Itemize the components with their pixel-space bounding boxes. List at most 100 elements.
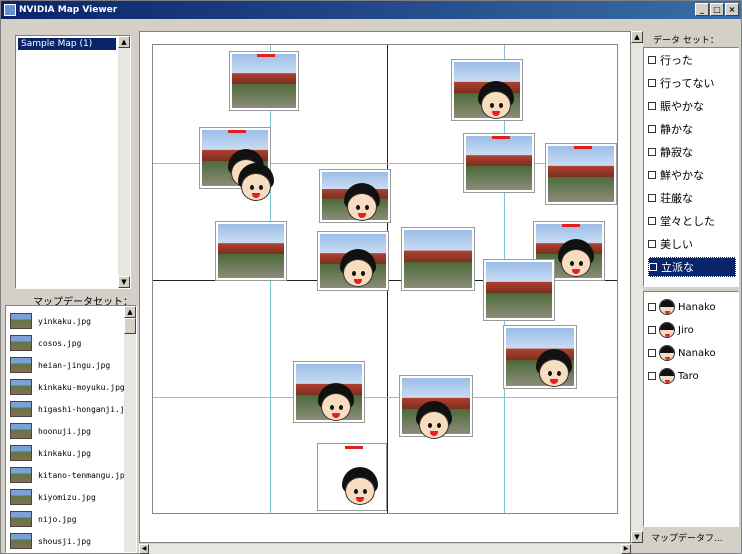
file-list-item[interactable]: kitano-tenmangu.jpg bbox=[10, 464, 130, 486]
person-item[interactable]: Nanako bbox=[648, 342, 716, 364]
file-name: kinkaku-moyuku.jpg bbox=[38, 382, 125, 392]
person-face-icon[interactable] bbox=[343, 183, 381, 223]
keyword-checkbox[interactable] bbox=[648, 194, 656, 202]
scroll-up-button[interactable]: ▲ bbox=[631, 31, 643, 43]
photo-thumbnail[interactable] bbox=[545, 143, 617, 205]
keyword-checkbox[interactable] bbox=[648, 171, 656, 179]
file-list-item[interactable]: kiyomizu.jpg bbox=[10, 486, 96, 508]
keyword-label: 静かな bbox=[660, 123, 693, 136]
person-name: Hanako bbox=[678, 301, 716, 313]
person-face-icon[interactable] bbox=[477, 81, 515, 121]
person-face-icon[interactable] bbox=[535, 349, 573, 389]
person-item[interactable]: Jiro bbox=[648, 319, 694, 341]
keyword-label: 荘厳な bbox=[660, 192, 693, 205]
keyword-item[interactable]: 静かな bbox=[648, 119, 736, 139]
person-item[interactable]: Taro bbox=[648, 365, 699, 387]
app-window: NVIDIA Map Viewer _ □ × Sample Map (1) ▲… bbox=[0, 0, 742, 554]
keyword-item[interactable]: 行ってない bbox=[648, 73, 736, 93]
file-list-item[interactable]: higashi-honganji.jpg bbox=[10, 398, 134, 420]
person-face-icon[interactable] bbox=[415, 401, 453, 441]
photo-thumbnail[interactable] bbox=[229, 51, 299, 111]
person-checkbox[interactable] bbox=[648, 326, 656, 334]
map-canvas[interactable] bbox=[139, 31, 631, 543]
keyword-label: 鮮やかな bbox=[660, 169, 704, 182]
keyword-checkbox[interactable] bbox=[648, 240, 656, 248]
file-name: kinkaku.jpg bbox=[38, 448, 91, 458]
keyword-checkbox[interactable] bbox=[648, 148, 656, 156]
minimize-button[interactable]: _ bbox=[695, 3, 709, 16]
file-list-item[interactable]: heian-jingu.jpg bbox=[10, 354, 110, 376]
keyword-item[interactable]: 賑やかな bbox=[648, 96, 736, 116]
file-list-item[interactable]: cosos.jpg bbox=[10, 332, 81, 354]
keyword-item[interactable]: 立派な bbox=[648, 257, 736, 277]
keyword-item[interactable]: 美しい bbox=[648, 234, 736, 254]
file-thumbnail bbox=[10, 423, 32, 439]
keyword-checkbox[interactable] bbox=[648, 217, 656, 225]
file-thumbnail bbox=[10, 357, 32, 373]
file-name: heian-jingu.jpg bbox=[38, 360, 111, 370]
person-checkbox[interactable] bbox=[648, 303, 656, 311]
file-name: higashi-honganji.jpg bbox=[38, 404, 135, 414]
keyword-item[interactable]: 堂々とした bbox=[648, 211, 736, 231]
file-list-scrollbar[interactable]: ▲ bbox=[124, 306, 136, 552]
person-checkbox[interactable] bbox=[648, 372, 656, 380]
scroll-up-button[interactable]: ▲ bbox=[124, 306, 136, 318]
keyword-checkbox[interactable] bbox=[649, 263, 657, 271]
scroll-down-button[interactable]: ▼ bbox=[118, 276, 130, 288]
photo-thumbnail[interactable] bbox=[463, 133, 535, 193]
canvas-vscrollbar[interactable]: ▲ ▼ bbox=[631, 31, 643, 543]
close-button[interactable]: × bbox=[725, 3, 739, 16]
photo-thumbnail[interactable] bbox=[215, 221, 287, 281]
person-face-icon[interactable] bbox=[237, 163, 275, 203]
canvas-hscrollbar[interactable]: ◀ ▶ bbox=[139, 544, 631, 554]
keyword-checkbox[interactable] bbox=[648, 79, 656, 87]
map-list-scrollbar[interactable]: ▲ ▼ bbox=[118, 36, 130, 288]
keyword-label: 行ってない bbox=[660, 77, 715, 90]
file-list-item[interactable]: nijo.jpg bbox=[10, 508, 77, 530]
file-thumbnail bbox=[10, 335, 32, 351]
keyword-item[interactable]: 鮮やかな bbox=[648, 165, 736, 185]
scroll-left-button[interactable]: ◀ bbox=[139, 544, 149, 554]
map-list-item[interactable]: Sample Map (1) bbox=[18, 38, 116, 50]
person-face-icon[interactable] bbox=[317, 383, 355, 423]
photo-thumbnail[interactable] bbox=[483, 259, 555, 321]
person-list[interactable]: Hanako Jiro Nanako Taro bbox=[643, 291, 739, 527]
file-list-item[interactable]: shousji.jpg bbox=[10, 530, 91, 552]
keyword-checkbox[interactable] bbox=[648, 125, 656, 133]
person-item[interactable]: Hanako bbox=[648, 296, 716, 318]
scroll-thumb[interactable] bbox=[124, 318, 136, 334]
keyword-label: 堂々とした bbox=[660, 215, 715, 228]
file-list-item[interactable]: kinkaku.jpg bbox=[10, 442, 91, 464]
maximize-button[interactable]: □ bbox=[710, 3, 724, 16]
person-face-icon[interactable] bbox=[341, 467, 379, 507]
file-thumbnail bbox=[10, 511, 32, 527]
person-face-icon bbox=[659, 345, 675, 361]
scroll-down-button[interactable]: ▼ bbox=[631, 531, 643, 543]
keyword-item[interactable]: 静寂な bbox=[648, 142, 736, 162]
map-list[interactable]: Sample Map (1) ▲ ▼ bbox=[15, 35, 131, 289]
file-thumbnail bbox=[10, 467, 32, 483]
keyword-list[interactable]: 行った行ってない賑やかな静かな静寂な鮮やかな荘厳な堂々とした美しい立派な bbox=[643, 47, 739, 287]
keyword-item[interactable]: 荘厳な bbox=[648, 188, 736, 208]
file-name: nijo.jpg bbox=[38, 514, 77, 524]
keyword-checkbox[interactable] bbox=[648, 102, 656, 110]
image-file-list[interactable]: yinkaku.jpg cosos.jpg heian-jingu.jpg kinka… bbox=[5, 305, 137, 553]
scroll-up-button[interactable]: ▲ bbox=[118, 36, 130, 48]
keyword-item[interactable]: 行った bbox=[648, 50, 736, 70]
scroll-right-button[interactable]: ▶ bbox=[621, 544, 631, 554]
file-thumbnail bbox=[10, 445, 32, 461]
file-list-item[interactable]: kinkaku-moyuku.jpg bbox=[10, 376, 125, 398]
file-list-item[interactable]: yinkaku.jpg bbox=[10, 310, 91, 332]
file-name: cosos.jpg bbox=[38, 338, 82, 348]
file-thumbnail bbox=[10, 401, 32, 417]
person-face-icon[interactable] bbox=[557, 239, 595, 279]
person-checkbox[interactable] bbox=[648, 349, 656, 357]
person-face-icon[interactable] bbox=[339, 249, 377, 289]
keyword-label: 静寂な bbox=[660, 146, 693, 159]
file-thumbnail bbox=[10, 489, 32, 505]
bottom-label: マップデータフ... bbox=[651, 534, 723, 544]
file-list-item[interactable]: hoonuji.jpg bbox=[10, 420, 91, 442]
keyword-checkbox[interactable] bbox=[648, 56, 656, 64]
window-title: NVIDIA Map Viewer bbox=[19, 5, 118, 15]
photo-thumbnail[interactable] bbox=[401, 227, 475, 291]
